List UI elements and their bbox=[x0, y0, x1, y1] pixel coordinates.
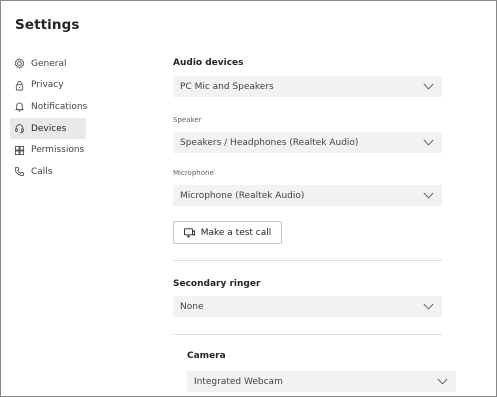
microphone-dropdown[interactable]: Microphone (Realtek Audio) bbox=[173, 185, 442, 206]
bell-icon bbox=[15, 103, 24, 113]
secondary-ringer-dropdown[interactable]: None bbox=[173, 296, 442, 317]
gear-icon bbox=[14, 58, 25, 69]
speaker-value: Speakers / Headphones (Realtek Audio) bbox=[180, 137, 359, 148]
settings-title: Settings bbox=[15, 17, 80, 33]
secondary-ringer-value: None bbox=[180, 301, 204, 312]
chevron-down-icon bbox=[423, 83, 434, 90]
lock-icon bbox=[15, 80, 24, 91]
audio-devices-title: Audio devices bbox=[173, 58, 244, 68]
phone-icon bbox=[14, 167, 25, 177]
devices-panel: Audio devices PC Mic and Speakers Speake… bbox=[173, 1, 496, 396]
nav-label-privacy: Privacy bbox=[31, 80, 64, 91]
settings-nav: General Privacy Notifications Devices Pe… bbox=[10, 53, 154, 183]
audio-devices-dropdown[interactable]: PC Mic and Speakers bbox=[173, 76, 442, 97]
grid-icon bbox=[14, 145, 25, 155]
settings-window: Settings General Privacy Notifications D… bbox=[0, 0, 497, 397]
chevron-down-icon bbox=[437, 378, 448, 385]
nav-item-privacy[interactable]: Privacy bbox=[14, 75, 154, 97]
nav-label-devices: Devices bbox=[31, 123, 67, 134]
nav-item-permissions[interactable]: Permissions bbox=[14, 139, 154, 161]
nav-item-general[interactable]: General bbox=[14, 53, 154, 75]
secondary-ringer-title: Secondary ringer bbox=[173, 279, 261, 289]
chevron-down-icon bbox=[423, 139, 434, 146]
nav-item-devices[interactable]: Devices bbox=[10, 117, 86, 140]
chevron-down-icon bbox=[423, 192, 434, 199]
audio-devices-value: PC Mic and Speakers bbox=[180, 81, 274, 92]
section-divider bbox=[173, 334, 442, 335]
test-call-icon bbox=[183, 227, 195, 237]
speaker-label: Speaker bbox=[173, 116, 202, 124]
microphone-value: Microphone (Realtek Audio) bbox=[180, 190, 305, 201]
camera-dropdown[interactable]: Integrated Webcam bbox=[187, 371, 456, 392]
microphone-label: Microphone bbox=[173, 169, 214, 177]
headset-icon bbox=[15, 124, 24, 134]
nav-item-calls[interactable]: Calls bbox=[14, 161, 154, 183]
make-test-call-label: Make a test call bbox=[200, 227, 272, 238]
nav-label-notifications: Notifications bbox=[31, 101, 88, 112]
camera-value: Integrated Webcam bbox=[194, 376, 283, 387]
nav-label-permissions: Permissions bbox=[31, 145, 85, 156]
chevron-down-icon bbox=[423, 303, 434, 310]
camera-title: Camera bbox=[187, 351, 226, 361]
speaker-dropdown[interactable]: Speakers / Headphones (Realtek Audio) bbox=[173, 132, 442, 153]
section-divider bbox=[173, 260, 442, 261]
nav-item-notifications[interactable]: Notifications bbox=[14, 96, 154, 118]
make-test-call-button[interactable]: Make a test call bbox=[173, 221, 282, 244]
nav-label-general: General bbox=[31, 58, 67, 69]
nav-label-calls: Calls bbox=[31, 166, 53, 177]
